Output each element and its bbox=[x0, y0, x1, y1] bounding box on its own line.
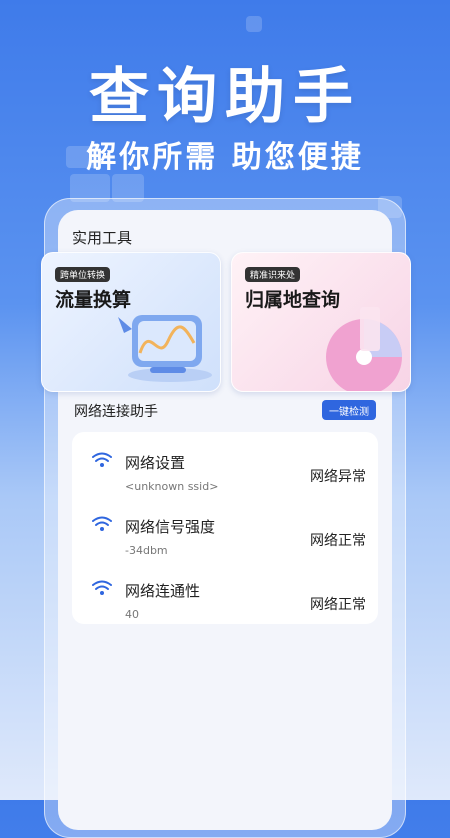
decor-square bbox=[246, 16, 262, 32]
section-title-network: 网络连接助手 bbox=[74, 404, 158, 420]
monitor-chart-icon bbox=[118, 315, 212, 382]
item-name: 网络信号强度 bbox=[125, 518, 216, 536]
item-value: -34dbm bbox=[125, 544, 168, 557]
item-status: 网络异常 bbox=[310, 469, 366, 485]
list-item[interactable]: 网络连通性 40 网络正常 bbox=[72, 570, 378, 634]
item-value: <unknown ssid> bbox=[125, 480, 219, 493]
wifi-icon bbox=[92, 580, 112, 595]
section-title-tools: 实用工具 bbox=[72, 229, 133, 247]
item-status: 网络正常 bbox=[310, 597, 366, 613]
network-list: 网络设置 <unknown ssid> 网络异常 网络信号强度 -34dbm 网… bbox=[72, 432, 378, 624]
card-location-lookup[interactable]: 精准识来处 归属地查询 bbox=[231, 252, 411, 392]
card-traffic-conversion[interactable]: 跨单位转换 流量换算 bbox=[41, 252, 221, 392]
pie-chart-icon bbox=[326, 307, 402, 391]
hero-subtitle: 解你所需 助您便捷 bbox=[86, 140, 364, 175]
item-name: 网络连通性 bbox=[125, 582, 201, 600]
list-item[interactable]: 网络设置 <unknown ssid> 网络异常 bbox=[72, 442, 378, 506]
card-tag: 精准识来处 bbox=[245, 267, 301, 282]
card-tag: 跨单位转换 bbox=[55, 267, 111, 282]
wifi-icon bbox=[92, 516, 112, 531]
hero-title: 查询助手 bbox=[89, 62, 361, 132]
one-click-detect-button[interactable]: 一键检测 bbox=[322, 400, 376, 420]
item-value: 40 bbox=[125, 608, 139, 621]
wifi-icon bbox=[92, 452, 112, 467]
item-status: 网络正常 bbox=[310, 533, 366, 549]
item-name: 网络设置 bbox=[125, 454, 186, 472]
list-item[interactable]: 网络信号强度 -34dbm 网络正常 bbox=[72, 506, 378, 570]
